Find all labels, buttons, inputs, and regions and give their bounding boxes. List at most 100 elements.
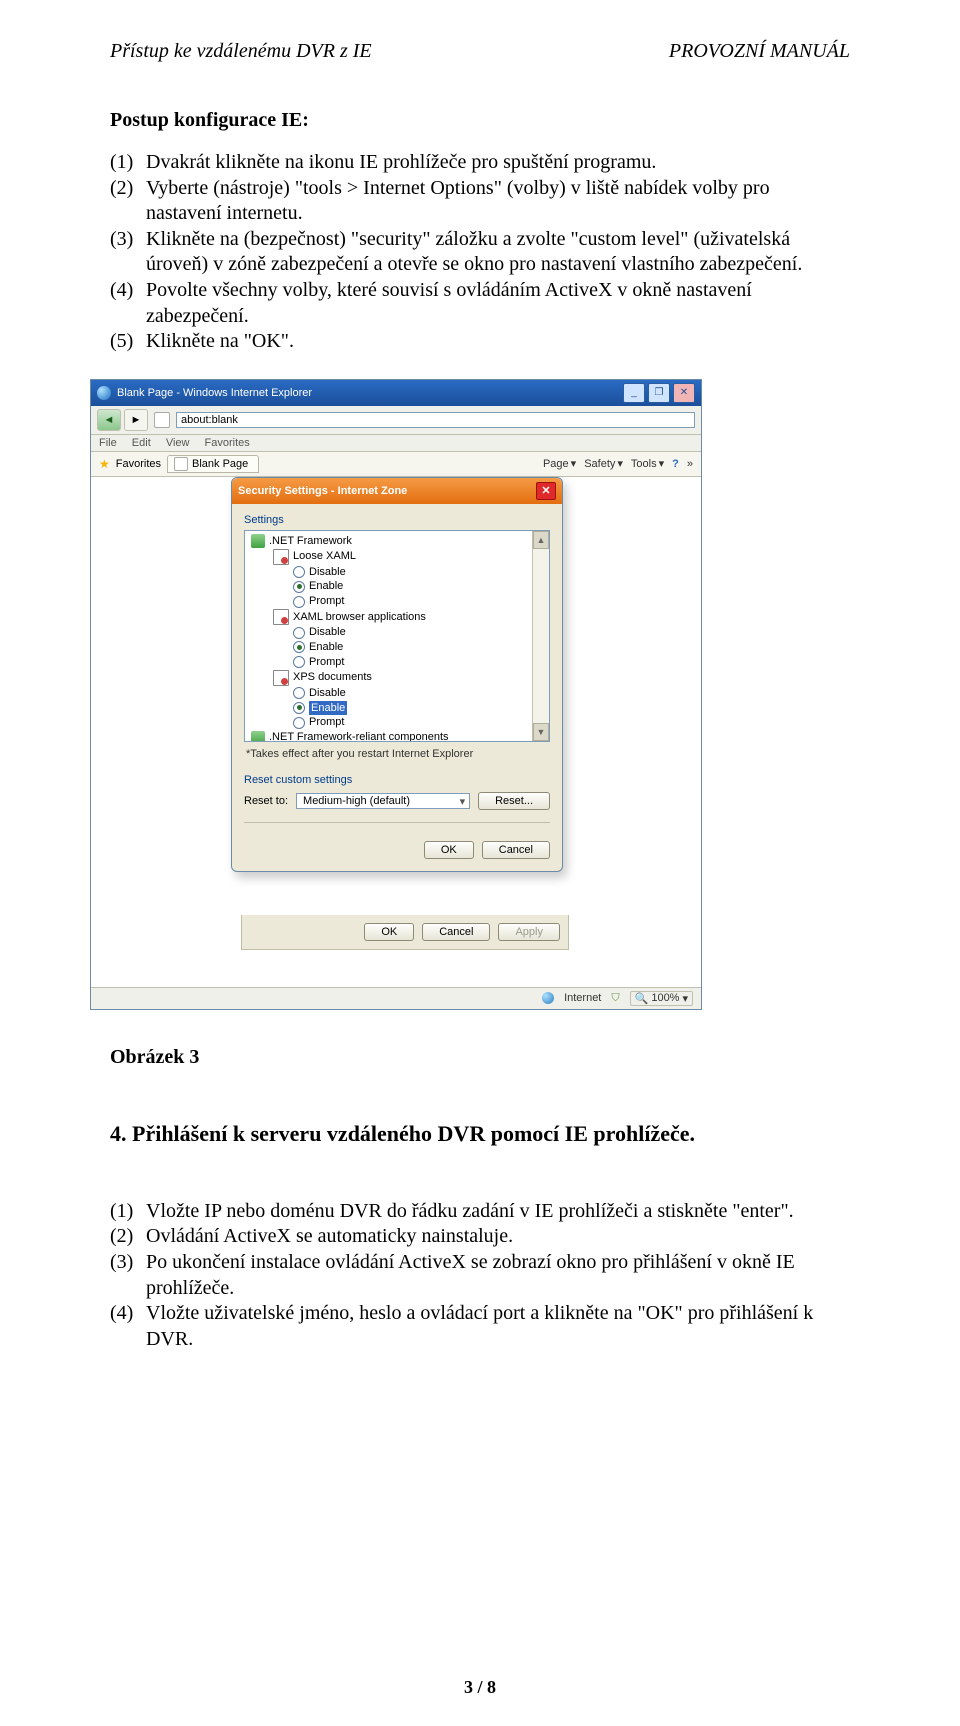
radio-selected[interactable] xyxy=(293,702,305,714)
ie-status-bar: Internet ⛉ 🔍 100% ▾ xyxy=(91,987,701,1009)
chevron-more-icon[interactable]: » xyxy=(687,458,693,470)
tools-menu[interactable]: Tools ▾ xyxy=(631,457,664,470)
radio-label: Disable xyxy=(309,686,346,701)
section-2-heading: 4. Přihlášení k serveru vzdáleného DVR p… xyxy=(110,1121,850,1147)
ok-button[interactable]: OK xyxy=(424,841,474,859)
close-button[interactable]: ✕ xyxy=(673,383,695,403)
radio-label: Prompt xyxy=(309,655,344,670)
list-item: Vložte uživatelské jméno, heslo a ovláda… xyxy=(146,1301,850,1352)
address-input[interactable]: about:blank xyxy=(176,412,695,428)
chevron-down-icon: ▾ xyxy=(682,992,688,1005)
radio-label: Disable xyxy=(309,625,346,640)
list-item: Povolte všechny volby, které souvisí s o… xyxy=(146,278,850,329)
ss-titlebar: Security Settings - Internet Zone ✕ xyxy=(232,478,562,504)
scroll-up-icon[interactable]: ▲ xyxy=(533,531,549,549)
list-number: (4) xyxy=(110,1301,146,1352)
tree-node: .NET Framework xyxy=(269,534,352,549)
menu-file[interactable]: File xyxy=(99,437,117,449)
zoom-icon: 🔍 xyxy=(635,992,649,1005)
minimize-button[interactable]: _ xyxy=(623,383,645,403)
header-right: PROVOZNÍ MANUÁL xyxy=(669,40,850,63)
zoom-value: 100% xyxy=(651,992,679,1004)
tree-node: XAML browser applications xyxy=(293,610,426,625)
close-icon[interactable]: ✕ xyxy=(536,482,556,500)
list-number: (3) xyxy=(110,1250,146,1301)
io-cancel-button[interactable]: Cancel xyxy=(422,923,490,941)
maximize-button[interactable]: ❐ xyxy=(648,383,670,403)
radio[interactable] xyxy=(293,717,305,729)
radio[interactable] xyxy=(293,656,305,668)
list-item: Vložte IP nebo doménu DVR do řádku zadán… xyxy=(146,1199,850,1225)
figure-caption: Obrázek 3 xyxy=(110,1046,850,1069)
favorites-label[interactable]: Favorites xyxy=(116,458,161,470)
menu-favorites[interactable]: Favorites xyxy=(205,437,250,449)
radio[interactable] xyxy=(293,687,305,699)
tree-node: Loose XAML xyxy=(293,549,356,564)
io-ok-button[interactable]: OK xyxy=(364,923,414,941)
tree-node: .NET Framework-reliant components xyxy=(269,730,449,742)
list-item: Po ukončení instalace ovládání ActiveX s… xyxy=(146,1250,850,1301)
radio-selected[interactable] xyxy=(293,641,305,653)
ss-title: Security Settings - Internet Zone xyxy=(238,485,407,497)
divider xyxy=(244,822,550,823)
radio-label: Prompt xyxy=(309,594,344,609)
scroll-down-icon[interactable]: ▼ xyxy=(533,723,549,741)
scroll-track[interactable] xyxy=(533,549,549,723)
page-menu[interactable]: Page ▾ xyxy=(543,457,576,470)
reset-group-label: Reset custom settings xyxy=(244,774,550,786)
list-item: Klikněte na (bezpečnost) "security" zálo… xyxy=(146,227,850,278)
ie-content-area: Internet Options Security Settings - Int… xyxy=(91,477,701,987)
status-zone-label: Internet xyxy=(564,992,601,1004)
list-number: (5) xyxy=(110,329,146,355)
radio-label-highlighted: Enable xyxy=(309,701,347,716)
forward-button[interactable]: ► xyxy=(124,409,148,431)
help-icon[interactable]: ? xyxy=(672,458,679,470)
net-reliant-icon xyxy=(251,731,265,742)
ie-menubar: File Edit View Favorites xyxy=(91,435,701,452)
radio[interactable] xyxy=(293,596,305,608)
page-header: Přístup ke vzdálenému DVR z IE PROVOZNÍ … xyxy=(110,40,850,63)
security-settings-dialog: Security Settings - Internet Zone ✕ Sett… xyxy=(231,477,563,872)
list-number: (1) xyxy=(110,150,146,176)
tab-page-icon xyxy=(174,457,188,471)
page-footer: 3 / 8 xyxy=(0,1677,960,1698)
page-number: 3 / 8 xyxy=(464,1677,496,1697)
radio-label: Enable xyxy=(309,579,343,594)
reset-level-dropdown[interactable]: Medium-high (default) xyxy=(296,793,470,809)
radio[interactable] xyxy=(293,627,305,639)
zoom-control[interactable]: 🔍 100% ▾ xyxy=(630,991,693,1006)
back-button[interactable]: ◄ xyxy=(97,409,121,431)
safety-menu[interactable]: Safety ▾ xyxy=(584,457,623,470)
radio-selected[interactable] xyxy=(293,581,305,593)
cancel-button[interactable]: Cancel xyxy=(482,841,550,859)
loose-xaml-icon xyxy=(273,549,289,565)
radio-label: Enable xyxy=(309,640,343,655)
browser-tab[interactable]: Blank Page xyxy=(167,455,259,473)
tree-scrollbar[interactable]: ▲ ▼ xyxy=(532,531,549,741)
list-number: (2) xyxy=(110,1224,146,1250)
tree-node: XPS documents xyxy=(293,670,372,685)
reset-button[interactable]: Reset... xyxy=(478,792,550,810)
list-number: (4) xyxy=(110,278,146,329)
reset-to-label: Reset to: xyxy=(244,795,288,807)
menu-view[interactable]: View xyxy=(166,437,190,449)
xps-docs-icon xyxy=(273,670,289,686)
section-1-title: Postup konfigurace IE: xyxy=(110,109,850,132)
menu-edit[interactable]: Edit xyxy=(132,437,151,449)
list-item: Klikněte na "OK". xyxy=(146,329,850,355)
internet-options-buttons: OK Cancel Apply xyxy=(241,915,569,950)
settings-tree[interactable]: .NET Framework Loose XAML Disable Enable… xyxy=(244,530,550,742)
io-apply-button[interactable]: Apply xyxy=(498,923,560,941)
list-item: Dvakrát klikněte na ikonu IE prohlížeče … xyxy=(146,150,850,176)
list-number: (3) xyxy=(110,227,146,278)
steps-1: (1)Dvakrát klikněte na ikonu IE prohlíže… xyxy=(110,150,850,355)
window-title: Blank Page - Windows Internet Explorer xyxy=(117,387,312,399)
header-left: Přístup ke vzdálenému DVR z IE xyxy=(110,40,372,63)
protected-mode-icon: ⛉ xyxy=(611,992,619,1005)
favorites-star-icon: ★ xyxy=(99,457,110,471)
ie-favorites-bar: ★ Favorites Blank Page Page ▾ Safety ▾ T… xyxy=(91,452,701,477)
net-framework-icon xyxy=(251,534,265,548)
screenshot-figure: Blank Page - Windows Internet Explorer _… xyxy=(90,379,702,1010)
radio[interactable] xyxy=(293,566,305,578)
tab-label: Blank Page xyxy=(192,458,248,470)
